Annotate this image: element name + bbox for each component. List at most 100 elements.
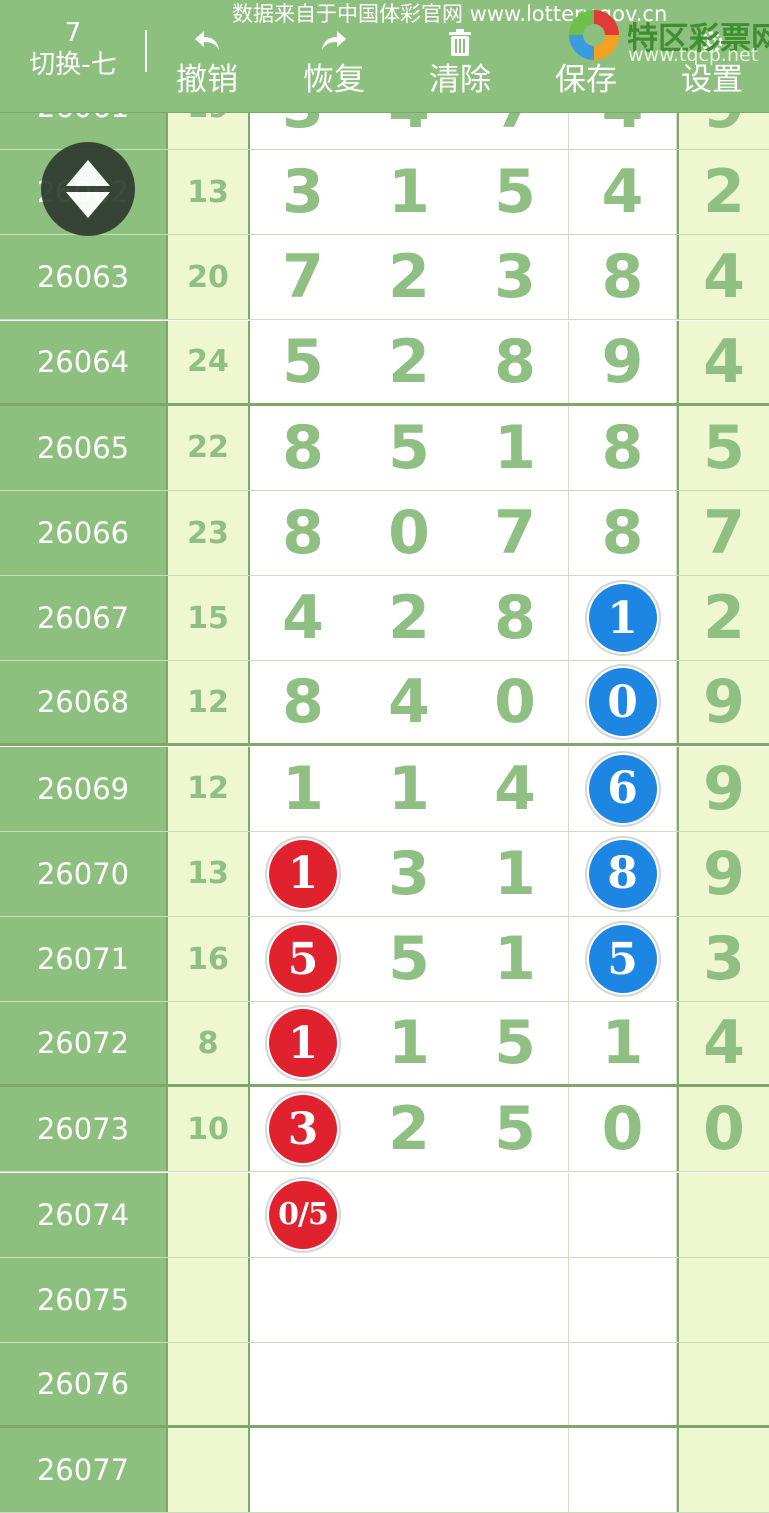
table-row: 26065 22 8 5 1 8 5: [0, 405, 769, 491]
digit-cell-4[interactable]: [569, 1172, 677, 1257]
digit-cell-4[interactable]: 9: [569, 320, 677, 403]
table-row: 26068 12 8 4 0 0 9: [0, 661, 769, 747]
digit-cell-1[interactable]: 0/5: [250, 1172, 357, 1257]
table-row: 26063 20 7 2 3 8 4: [0, 235, 769, 321]
draw-number-cell: 26064: [0, 320, 168, 403]
scroll-handle[interactable]: [41, 142, 135, 236]
digit-cell-4[interactable]: 0: [569, 1087, 677, 1172]
sum-cell: 22: [168, 405, 250, 490]
digit-cell-3[interactable]: 4: [462, 746, 569, 831]
digit-cell-4[interactable]: 8: [569, 831, 677, 916]
scroll-up-icon: [66, 160, 110, 186]
digit-cell-4[interactable]: 4: [569, 150, 677, 235]
digit-cell-4[interactable]: 8: [569, 235, 677, 320]
draw-number-cell: 26071: [0, 917, 168, 1001]
digit-cell-2[interactable]: 1: [356, 150, 463, 235]
digit-cell-2[interactable]: 5: [356, 917, 463, 1001]
sum-cell: 16: [168, 917, 250, 1001]
digit-cell-2[interactable]: 1: [356, 1002, 463, 1085]
digit-cell-2[interactable]: [356, 1257, 463, 1342]
digit-cell-3[interactable]: 1: [462, 831, 569, 916]
toolbar-divider: [145, 30, 147, 72]
fifth-digit-cell: 2: [677, 576, 769, 661]
draw-number-cell: 26063: [0, 235, 168, 320]
digit-cell-2[interactable]: 2: [356, 576, 463, 661]
digit-cell-2[interactable]: 2: [356, 1087, 463, 1172]
digit-cell-2[interactable]: 0: [356, 491, 463, 575]
digit-cell-1[interactable]: 3: [250, 1087, 357, 1172]
digit-cell-4[interactable]: 8: [569, 491, 677, 575]
digit-cell-4[interactable]: 6: [569, 746, 677, 831]
digit-cell-3[interactable]: 3: [462, 235, 569, 320]
fifth-digit-cell: 5: [677, 405, 769, 490]
digit-cell-3[interactable]: 0: [462, 661, 569, 744]
fifth-digit-cell: 9: [677, 831, 769, 916]
top-toolbar: 数据来自于中国体彩官网 www.lottery.gov.cn 7 切换-七 撤销…: [0, 0, 769, 113]
redo-button[interactable]: 恢复: [279, 28, 389, 100]
digit-cell-2[interactable]: 2: [356, 320, 463, 403]
red-ball-marker: 1: [269, 1009, 337, 1078]
table-row: 26071 16 5 5 1 5 3: [0, 917, 769, 1002]
digit-cell-1[interactable]: 1: [250, 831, 357, 916]
digit-cell-2[interactable]: 1: [356, 746, 463, 831]
digit-cell-1[interactable]: 8: [250, 661, 357, 744]
logo-url: www.tqcp.net: [628, 44, 759, 66]
fifth-digit-cell: 4: [677, 320, 769, 403]
digit-cell-4[interactable]: 1: [569, 1002, 677, 1085]
table-row: 26073 10 3 2 5 0 0: [0, 1087, 769, 1173]
fifth-digit-cell: 9: [677, 661, 769, 744]
digit-cell-2[interactable]: 3: [356, 831, 463, 916]
digit-cell-3[interactable]: 7: [462, 491, 569, 575]
digit-cell-1[interactable]: 5: [250, 320, 357, 403]
draw-number-cell: 26075: [0, 1257, 168, 1342]
table-row: 26069 12 1 1 4 6 9: [0, 746, 769, 832]
digit-cell-1[interactable]: 1: [250, 1002, 357, 1085]
digit-cell-1[interactable]: 8: [250, 405, 357, 490]
digit-cell-3[interactable]: [462, 1257, 569, 1342]
digit-cell-4[interactable]: 5: [569, 917, 677, 1001]
digit-cell-1[interactable]: [250, 1343, 357, 1425]
clear-label: 清除: [429, 62, 491, 98]
digit-cell-3[interactable]: 1: [462, 405, 569, 490]
digit-cell-2[interactable]: 2: [356, 235, 463, 320]
digit-cell-3[interactable]: 5: [462, 1087, 569, 1172]
digit-cell-1[interactable]: 7: [250, 235, 357, 320]
digit-cell-4[interactable]: 8: [569, 405, 677, 490]
fifth-digit-cell: 2: [677, 150, 769, 235]
digit-cell-4[interactable]: 0: [569, 661, 677, 744]
clear-button[interactable]: 清除: [405, 28, 515, 100]
digit-cell-3[interactable]: 1: [462, 917, 569, 1001]
digit-cell-1[interactable]: [250, 1257, 357, 1342]
digit-cell-2[interactable]: [356, 1172, 463, 1257]
digit-cell-2[interactable]: 5: [356, 405, 463, 490]
digit-cell-4[interactable]: [569, 1257, 677, 1342]
trash-icon: [405, 28, 515, 60]
digit-cell-2[interactable]: 4: [356, 661, 463, 744]
digit-cell-4[interactable]: 1: [569, 576, 677, 661]
draw-number-cell: 26067: [0, 576, 168, 661]
digit-cell-1[interactable]: 5: [250, 917, 357, 1001]
digit-cell-1[interactable]: 4: [250, 576, 357, 661]
switch-button[interactable]: 7 切换-七: [0, 18, 146, 82]
digit-cell-3[interactable]: [462, 1172, 569, 1257]
digit-cell-3[interactable]: 8: [462, 320, 569, 403]
digit-cell-1[interactable]: 8: [250, 491, 357, 575]
digit-cell-4[interactable]: [569, 1343, 677, 1425]
blue-ball-marker: 0: [588, 668, 657, 737]
table-row: 26067 15 4 2 8 1 2: [0, 576, 769, 662]
digit-cell-3[interactable]: 8: [462, 576, 569, 661]
digit-cell-3[interactable]: [462, 1343, 569, 1425]
table-row: 26070 13 1 3 1 8 9: [0, 831, 769, 917]
undo-button[interactable]: 撤销: [152, 28, 262, 100]
red-ball-marker: 3: [269, 1095, 337, 1164]
digit-cell-1[interactable]: 1: [250, 746, 357, 831]
fifth-digit-cell: [677, 1257, 769, 1342]
sum-cell: 13: [168, 831, 250, 916]
digit-cell-3[interactable]: 5: [462, 1002, 569, 1085]
sum-cell: [168, 1257, 250, 1342]
digit-cell-2[interactable]: [356, 1343, 463, 1425]
sum-cell: 20: [168, 235, 250, 320]
digit-cell-1[interactable]: 3: [250, 150, 357, 235]
sum-cell: 15: [168, 576, 250, 661]
digit-cell-3[interactable]: 5: [462, 150, 569, 235]
